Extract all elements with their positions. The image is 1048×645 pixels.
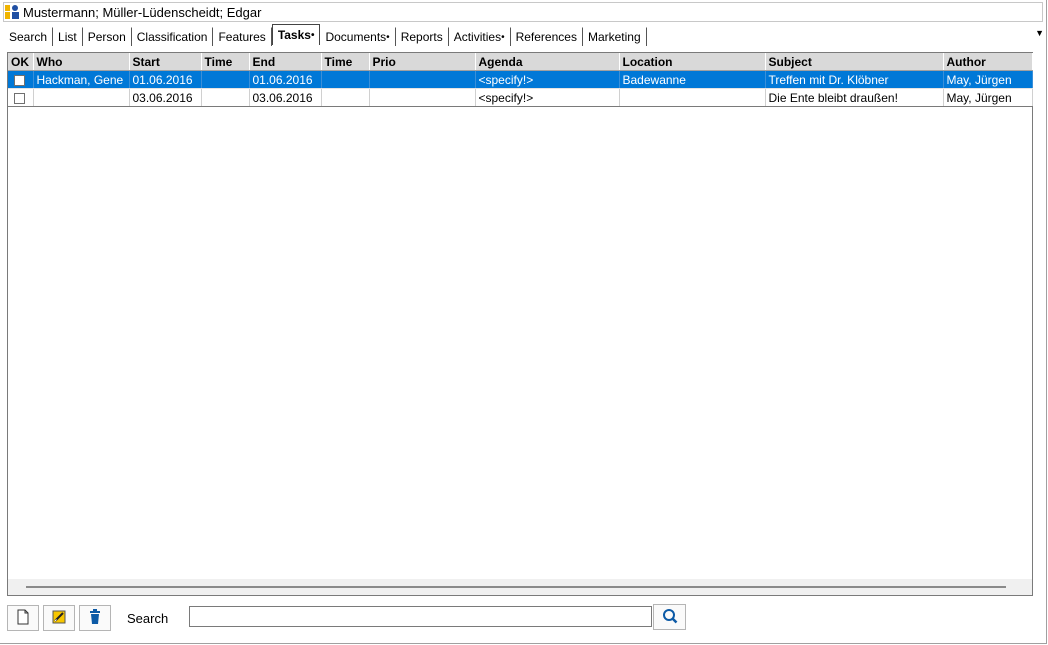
column-header-start[interactable]: Start bbox=[129, 53, 202, 71]
tab-list[interactable]: List bbox=[53, 27, 83, 46]
tab-indicator: • bbox=[501, 31, 505, 43]
table-row[interactable]: 03.06.2016 03.06.2016 <specify!> Die Ent… bbox=[8, 88, 1033, 107]
column-header-start-time[interactable]: Time bbox=[201, 53, 250, 71]
trash-icon bbox=[89, 609, 101, 627]
tab-label: Marketing bbox=[587, 30, 641, 44]
start-cell: 01.06.2016 bbox=[129, 70, 202, 89]
agenda-cell: <specify!> bbox=[475, 88, 620, 107]
tab-tasks[interactable]: Tasks • bbox=[271, 24, 321, 45]
table-row[interactable]: Hackman, Gene 01.06.2016 01.06.2016 <spe… bbox=[8, 70, 1033, 89]
column-header-ok[interactable]: OK bbox=[8, 53, 34, 71]
location-cell: Badewanne bbox=[619, 70, 766, 89]
tab-label: References bbox=[515, 30, 577, 44]
location-cell bbox=[619, 88, 766, 107]
tab-label: Documents bbox=[325, 30, 387, 44]
column-header-who[interactable]: Who bbox=[33, 53, 130, 71]
start-time-cell bbox=[201, 88, 250, 107]
ok-checkbox[interactable] bbox=[14, 74, 25, 86]
end-time-cell bbox=[321, 88, 370, 107]
column-header-author[interactable]: Author bbox=[943, 53, 1033, 71]
column-header-subject[interactable]: Subject bbox=[765, 53, 944, 71]
edit-note-icon bbox=[52, 610, 66, 627]
record-title-bar: Mustermann; Müller-Lüdenscheidt; Edgar bbox=[3, 2, 1043, 22]
search-button[interactable] bbox=[653, 604, 686, 630]
tab-documents[interactable]: Documents • bbox=[320, 27, 396, 46]
tab-search[interactable]: Search bbox=[3, 27, 54, 46]
tab-strip: Search List Person Classification Featur… bbox=[3, 24, 647, 47]
tab-indicator: • bbox=[310, 29, 315, 41]
tab-person[interactable]: Person bbox=[83, 27, 132, 46]
tab-label: List bbox=[58, 30, 77, 44]
subject-cell: Die Ente bleibt draußen! bbox=[765, 88, 944, 107]
tab-label: Person bbox=[87, 30, 126, 44]
prio-cell bbox=[369, 88, 476, 107]
tab-label: Classification bbox=[136, 30, 208, 44]
new-task-button[interactable] bbox=[7, 605, 39, 631]
tasks-table: OK Who Start Time End Time Prio Agenda L… bbox=[8, 53, 1033, 107]
author-cell: May, Jürgen bbox=[943, 70, 1033, 89]
tab-label: Tasks bbox=[277, 28, 311, 42]
tab-reports[interactable]: Reports bbox=[396, 27, 449, 46]
end-time-cell bbox=[321, 70, 370, 89]
tasks-grid: OK Who Start Time End Time Prio Agenda L… bbox=[7, 52, 1033, 596]
tab-classification[interactable]: Classification bbox=[132, 27, 214, 46]
tab-overflow-arrow-icon[interactable]: ▼ bbox=[1035, 28, 1044, 38]
table-header-row: OK Who Start Time End Time Prio Agenda L… bbox=[8, 53, 1033, 71]
column-header-end[interactable]: End bbox=[249, 53, 322, 71]
search-label: Search bbox=[127, 611, 169, 626]
scrollbar-thumb[interactable] bbox=[26, 586, 1006, 588]
tab-features[interactable]: Features bbox=[213, 27, 272, 46]
tab-label: Reports bbox=[400, 30, 443, 44]
prio-cell bbox=[369, 70, 476, 89]
tab-label: Features bbox=[218, 30, 266, 44]
search-input[interactable] bbox=[189, 606, 652, 627]
new-document-icon bbox=[16, 609, 30, 628]
magnifier-icon bbox=[662, 608, 678, 627]
subject-cell: Treffen mit Dr. Klöbner bbox=[765, 70, 944, 89]
agenda-cell: <specify!> bbox=[475, 70, 620, 89]
end-cell: 03.06.2016 bbox=[249, 88, 322, 107]
who-cell: Hackman, Gene bbox=[33, 70, 130, 89]
delete-task-button[interactable] bbox=[79, 605, 111, 631]
ok-cell bbox=[8, 88, 34, 107]
tab-indicator: • bbox=[386, 31, 390, 43]
column-header-agenda[interactable]: Agenda bbox=[475, 53, 620, 71]
who-cell bbox=[33, 88, 130, 107]
edit-task-button[interactable] bbox=[43, 605, 75, 631]
ok-cell bbox=[8, 70, 34, 89]
column-header-location[interactable]: Location bbox=[619, 53, 766, 71]
end-cell: 01.06.2016 bbox=[249, 70, 322, 89]
horizontal-scrollbar[interactable] bbox=[8, 579, 1032, 595]
ok-checkbox[interactable] bbox=[14, 92, 25, 104]
tab-label: Search bbox=[9, 30, 48, 44]
tab-activities[interactable]: Activities • bbox=[449, 27, 511, 46]
tab-marketing[interactable]: Marketing bbox=[583, 27, 647, 46]
author-cell: May, Jürgen bbox=[943, 88, 1033, 107]
person-card-icon bbox=[4, 4, 20, 20]
column-header-prio[interactable]: Prio bbox=[369, 53, 476, 71]
record-title: Mustermann; Müller-Lüdenscheidt; Edgar bbox=[23, 4, 262, 20]
tab-references[interactable]: References bbox=[511, 27, 583, 46]
start-cell: 03.06.2016 bbox=[129, 88, 202, 107]
column-header-end-time[interactable]: Time bbox=[321, 53, 370, 71]
start-time-cell bbox=[201, 70, 250, 89]
tab-label: Activities bbox=[453, 30, 502, 44]
